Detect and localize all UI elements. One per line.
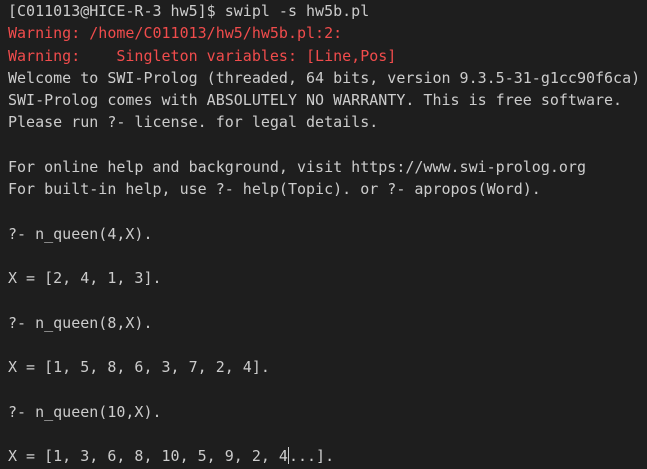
query-line-4: ?- n_queen(4,X). [8, 224, 153, 243]
result-line-8: X = [1, 5, 8, 6, 3, 7, 2, 4]. [8, 358, 270, 376]
shell-command-line: [C011013@HICE-R-3 hw5]$ swipl -s hw5b.pl [8, 2, 370, 20]
warranty-line: SWI-Prolog comes with ABSOLUTELY NO WARR… [8, 91, 623, 109]
result-line-10: X = [1, 3, 6, 8, 10, 5, 9, 2, 4...]. [8, 445, 647, 467]
builtin-help-line: For built-in help, use ?- help(Topic). o… [8, 180, 541, 198]
warning-line-file: Warning: /home/C011013/hw5/hw5b.pl:2: [8, 24, 343, 43]
result-line-10-head: X = [1, 3, 6, 8, 10, 5, 9, 2, 4 [8, 447, 288, 465]
query-line-10: ?- n_queen(10,X). [8, 402, 162, 421]
terminal-output[interactable]: [C011013@HICE-R-3 hw5]$ swipl -s hw5b.pl… [0, 0, 647, 469]
result-line-10-tail: ...]. [288, 447, 335, 465]
welcome-line: Welcome to SWI-Prolog (threaded, 64 bits… [8, 68, 641, 87]
query-line-8: ?- n_queen(8,X). [8, 313, 153, 332]
license-line: Please run ?- license. for legal details… [8, 113, 379, 132]
online-help-line: For online help and background, visit ht… [8, 157, 586, 176]
warning-line-singleton: Warning: Singleton variables: [Line,Pos] [8, 46, 397, 65]
result-line-4: X = [2, 4, 1, 3]. [8, 269, 162, 287]
